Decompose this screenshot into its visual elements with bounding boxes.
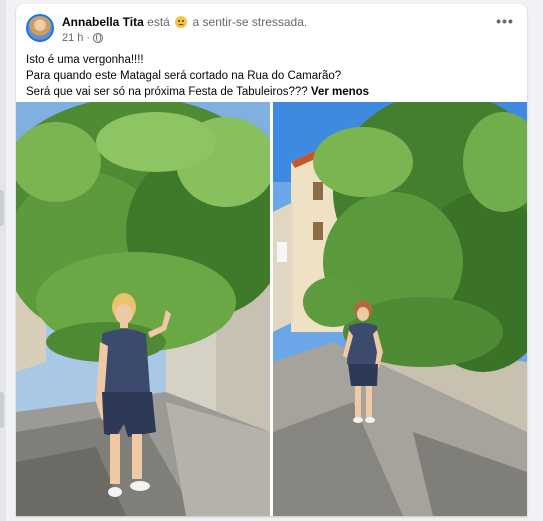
author-name[interactable]: Annabella Tita	[62, 15, 144, 29]
left-panel-edge	[0, 0, 6, 521]
post-text: Isto é uma vergonha!!!! Para quando este…	[26, 52, 517, 100]
photo-1-image	[16, 102, 270, 516]
meta-separator: ·	[86, 32, 91, 44]
see-less-link[interactable]: Ver menos	[311, 86, 369, 98]
post-time[interactable]: 21 h	[62, 32, 83, 44]
scroll-marker	[0, 392, 4, 428]
status-text: a sentir-se stressada.	[192, 15, 308, 29]
post-text-line: Para quando este Matagal será cortado na…	[26, 70, 342, 82]
more-options-button[interactable]: •••	[493, 14, 517, 34]
author-line: Annabella Tita está a sentir-se stressad…	[62, 15, 307, 29]
post-header: Annabella Tita está a sentir-se stressad…	[26, 12, 517, 48]
photo-grid	[16, 102, 527, 516]
post-meta: 21 h ·	[62, 32, 104, 44]
photo-2-image	[273, 102, 527, 516]
photo-2[interactable]	[273, 102, 527, 516]
post-text-line: Isto é uma vergonha!!!!	[26, 54, 144, 66]
post-text-line-with-link: Será que vai ser só na próxima Festa de …	[26, 84, 517, 100]
post-card: Annabella Tita está a sentir-se stressad…	[16, 4, 527, 516]
globe-icon[interactable]	[93, 33, 104, 43]
scroll-marker	[0, 190, 4, 226]
post-text-line: Será que vai ser só na próxima Festa de …	[26, 86, 308, 98]
photo-1[interactable]	[16, 102, 270, 516]
stressed-face-icon	[175, 16, 188, 28]
author-avatar[interactable]	[26, 14, 54, 42]
status-prefix: está	[147, 15, 170, 29]
